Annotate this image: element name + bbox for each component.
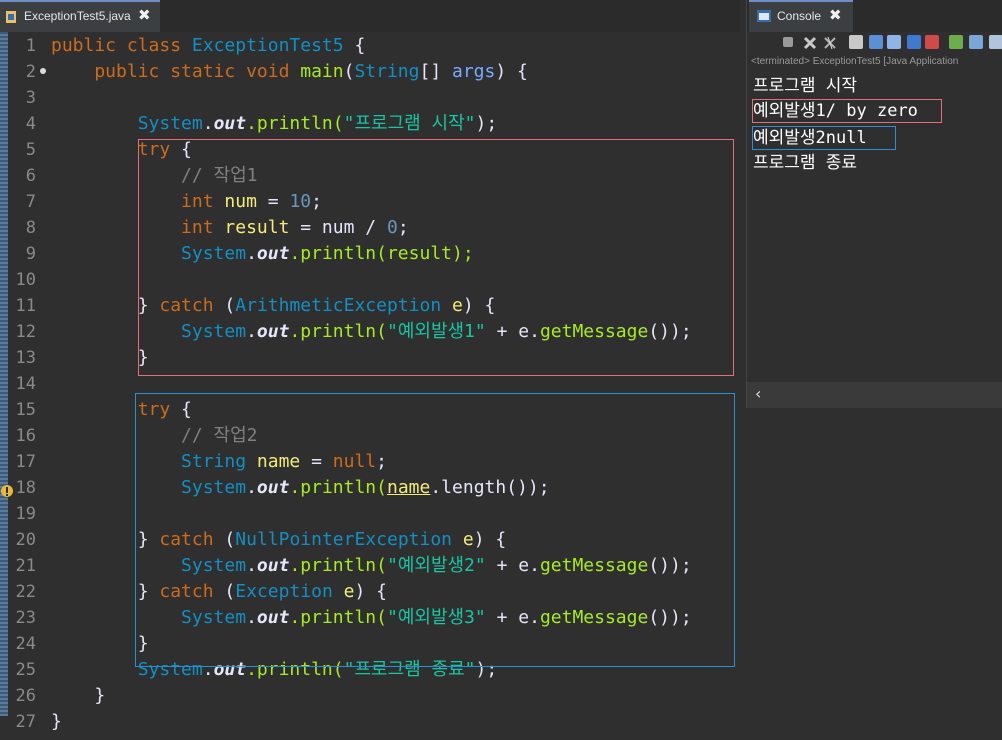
code-text: .	[202, 113, 214, 134]
line-number: 25	[15, 660, 36, 680]
close-icon[interactable]: ✖	[829, 6, 842, 24]
keyword: public	[51, 61, 160, 82]
keyword: static	[159, 61, 236, 82]
highlight-box-output2	[752, 126, 896, 150]
keyword: public	[51, 35, 117, 56]
console-view: Console ✖ <terminated> ExceptionTest5 [J…	[746, 0, 1002, 408]
code-text: ) {	[495, 61, 528, 82]
horizontal-scrollbar[interactable]: ‹	[747, 382, 1002, 408]
open-console-icon[interactable]	[989, 35, 1002, 49]
remove-all-icon[interactable]	[823, 35, 837, 50]
code-text: );	[475, 113, 498, 134]
change-ruler	[0, 32, 8, 716]
keyword: void	[235, 61, 290, 82]
line-number: 7	[25, 192, 36, 212]
highlight-box-try1	[138, 139, 734, 376]
tab-console[interactable]: Console ✖	[749, 0, 853, 32]
terminate-icon[interactable]	[783, 37, 793, 47]
close-icon[interactable]: ✖	[138, 6, 151, 24]
parameter: args	[452, 61, 496, 82]
line-number: 14	[15, 374, 36, 394]
code-text: {	[343, 35, 366, 56]
line-number: 12	[15, 322, 36, 342]
scroll-left-icon[interactable]: ‹	[755, 384, 761, 403]
code-text: (	[343, 61, 355, 82]
line-number: 3	[25, 88, 36, 108]
remove-launch-icon[interactable]	[803, 35, 817, 50]
line-number: 15	[15, 400, 36, 420]
code-line-26[interactable]: }	[51, 683, 105, 709]
pin-console-icon[interactable]	[949, 35, 963, 49]
class-name: ExceptionTest5	[191, 35, 344, 56]
display-console-icon[interactable]	[969, 35, 983, 49]
line-number: 2	[25, 62, 36, 82]
tab-label: Console	[777, 9, 822, 23]
clear-console-icon[interactable]	[849, 35, 863, 49]
line-number: 20	[15, 530, 36, 550]
method-name: main	[289, 61, 344, 82]
tab-exceptiontest5-java[interactable]: ExceptionTest5.java ✖	[0, 0, 160, 32]
line-number: 27	[15, 712, 36, 732]
line-number: 5	[25, 140, 36, 160]
line-number: 23	[15, 608, 36, 628]
warning-icon[interactable]	[0, 484, 14, 498]
tab-label: ExceptionTest5.java	[24, 9, 131, 23]
line-number: 26	[15, 686, 36, 706]
output-line: 프로그램 시작	[753, 76, 858, 96]
line-number: 1	[25, 36, 36, 56]
code-text: []	[419, 61, 452, 82]
show-stdout-icon[interactable]	[907, 35, 921, 49]
line-number: 8	[25, 218, 36, 238]
line-number: 24	[15, 634, 36, 654]
code-text: }	[51, 295, 149, 316]
scroll-lock-icon[interactable]	[869, 35, 883, 49]
static-field: out	[213, 113, 247, 134]
code-line-27[interactable]: }	[51, 709, 62, 735]
line-number: 4	[25, 114, 36, 134]
code-line-2[interactable]: public static void main(String[] args) {	[51, 59, 528, 85]
line-number: 11	[15, 296, 36, 316]
line-number: 22	[15, 582, 36, 602]
class-name: String	[354, 61, 420, 82]
console-toolbar	[747, 32, 1002, 54]
line-number: 10	[15, 270, 36, 290]
word-wrap-icon[interactable]	[887, 35, 901, 49]
line-number: 19	[15, 504, 36, 524]
show-stderr-icon[interactable]	[925, 35, 939, 49]
line-number: 9	[25, 244, 36, 264]
console-icon	[757, 10, 771, 22]
line-number: 21	[15, 556, 36, 576]
code-line-1[interactable]: public class ExceptionTest5 {	[51, 33, 365, 59]
string-literal: "프로그램 시작"	[343, 113, 476, 134]
console-tab-bar: Console ✖	[747, 0, 1002, 32]
highlight-box-try2	[135, 393, 735, 667]
highlight-box-output1	[752, 99, 942, 123]
java-file-icon	[6, 11, 16, 23]
line-number: 6	[25, 166, 36, 186]
code-text: }	[51, 685, 106, 706]
class-name: System	[51, 113, 203, 134]
code-text: }	[51, 581, 149, 602]
code-line-24[interactable]: }	[51, 631, 149, 657]
code-text: }	[51, 529, 149, 550]
code-line-4[interactable]: System.out.println("프로그램 시작");	[51, 111, 498, 137]
code-line-13[interactable]: }	[51, 345, 149, 371]
empty-panel-area	[746, 408, 1002, 740]
method-call: .println(	[246, 113, 344, 134]
keyword: class	[116, 35, 192, 56]
code-text: }	[51, 633, 149, 654]
fold-marker-icon[interactable]	[40, 68, 46, 74]
editor-tab-bar: ExceptionTest5.java ✖	[0, 0, 740, 32]
code-text: }	[51, 347, 149, 368]
line-number: 17	[15, 452, 36, 472]
code-editor[interactable]: ExceptionTest5.java ✖ 1 2 3 4 5 6 7 8 9 …	[0, 0, 740, 740]
console-status-text: <terminated> ExceptionTest5 [Java Applic…	[751, 56, 959, 67]
line-number: 16	[15, 426, 36, 446]
line-number: 13	[15, 348, 36, 368]
output-line: 프로그램 종료	[753, 153, 858, 173]
code-text: }	[51, 711, 62, 732]
